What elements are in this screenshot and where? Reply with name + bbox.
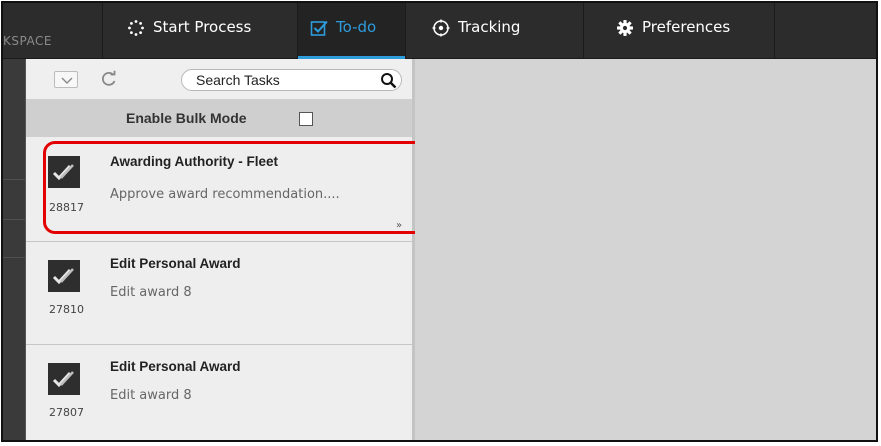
task-card[interactable]: 28817 Awarding Authority - Fleet Approve… bbox=[26, 137, 412, 242]
strip-divider bbox=[3, 179, 26, 180]
tasks-toolbar bbox=[26, 59, 412, 99]
task-approval-icon bbox=[48, 156, 80, 188]
task-card[interactable]: 27807 Edit Personal Award Edit award 8 bbox=[26, 346, 412, 440]
search-tasks-box[interactable] bbox=[181, 69, 402, 91]
task-title: Edit Personal Award bbox=[110, 256, 241, 271]
task-approval-icon bbox=[48, 363, 80, 395]
task-filter-dropdown[interactable] bbox=[54, 71, 78, 88]
tracking-icon bbox=[432, 19, 450, 37]
nav-divider bbox=[774, 3, 775, 59]
app-window: KSPACE Start Process To-do Tracking Pref… bbox=[1, 1, 878, 442]
refresh-icon[interactable] bbox=[100, 70, 118, 88]
task-id: 28817 bbox=[49, 201, 84, 214]
gear-icon bbox=[616, 19, 634, 37]
task-detail-area bbox=[415, 59, 876, 440]
nav-tracking-label: Tracking bbox=[458, 18, 521, 36]
strip-divider bbox=[3, 257, 26, 258]
task-description: Approve award recommendation.... bbox=[110, 187, 340, 202]
task-card[interactable]: 27810 Edit Personal Award Edit award 8 bbox=[26, 243, 412, 345]
search-icon[interactable] bbox=[380, 72, 397, 89]
bulk-mode-bar: Enable Bulk Mode bbox=[26, 99, 412, 137]
nav-todo-tab[interactable]: To-do bbox=[298, 3, 405, 59]
task-description: Edit award 8 bbox=[110, 388, 192, 403]
nav-preferences-label: Preferences bbox=[642, 18, 731, 36]
task-description: Edit award 8 bbox=[110, 285, 192, 300]
chevron-down-icon bbox=[61, 77, 73, 84]
strip-divider bbox=[3, 219, 26, 220]
nav-start-process[interactable]: Start Process bbox=[103, 3, 297, 59]
todo-checkbox-icon bbox=[310, 19, 328, 37]
top-navigation-bar: KSPACE Start Process To-do Tracking Pref… bbox=[3, 3, 876, 59]
workspace-label: KSPACE bbox=[3, 34, 52, 48]
task-title: Awarding Authority - Fleet bbox=[110, 154, 279, 169]
left-workspace-strip bbox=[3, 59, 26, 440]
nav-tracking[interactable]: Tracking bbox=[406, 3, 583, 59]
start-process-icon bbox=[127, 19, 145, 37]
bulk-mode-label: Enable Bulk Mode bbox=[126, 110, 247, 126]
task-id: 27807 bbox=[49, 406, 84, 419]
task-title: Edit Personal Award bbox=[110, 359, 241, 374]
task-id: 27810 bbox=[49, 303, 84, 316]
nav-start-process-label: Start Process bbox=[153, 18, 252, 36]
bulk-mode-checkbox[interactable] bbox=[299, 112, 313, 126]
expand-chevron-icon[interactable]: » bbox=[396, 221, 402, 231]
search-tasks-input[interactable] bbox=[196, 72, 366, 88]
nav-todo-label: To-do bbox=[336, 18, 377, 36]
tasks-panel: Enable Bulk Mode 28817 Awarding Authorit… bbox=[26, 59, 431, 440]
nav-preferences[interactable]: Preferences bbox=[584, 3, 774, 59]
task-approval-icon bbox=[48, 260, 80, 292]
